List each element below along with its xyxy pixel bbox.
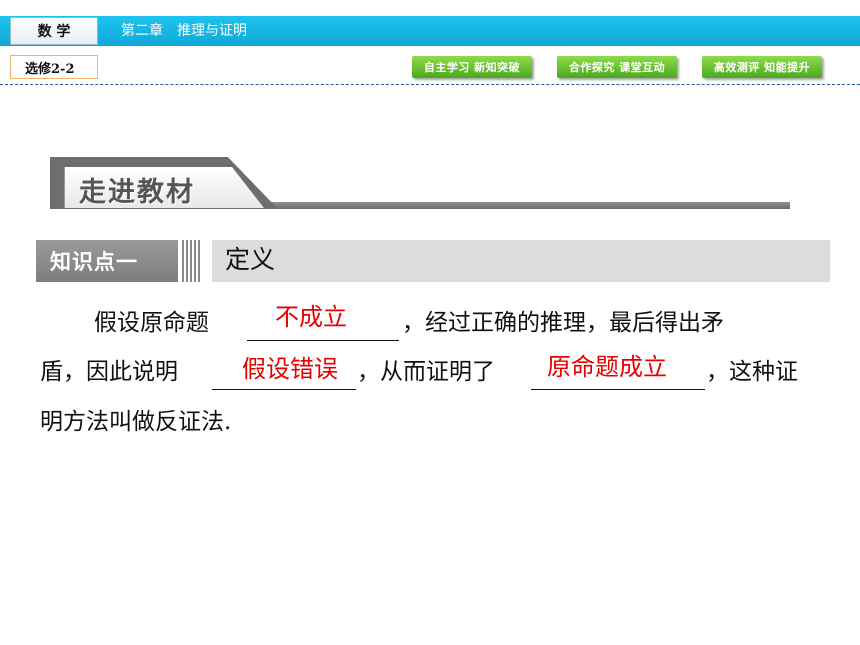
answer-1: 不成立 <box>275 303 347 331</box>
line1-suffix: ，经过正确的推理，最后得出矛 <box>402 310 724 336</box>
chapter-title: 第二章 推理与证明 <box>121 23 247 39</box>
knowledge-point-separator <box>182 240 202 282</box>
nav-button-cooperative-inquiry[interactable]: 合作探究 课堂互动 <box>557 56 677 78</box>
subject-label: 数 学 <box>10 17 98 45</box>
section-banner-title: 走进教材 <box>79 177 195 208</box>
knowledge-point-tag: 知识点一 <box>36 240 178 282</box>
line1-prefix: 假设原命题 <box>94 310 209 336</box>
nav-button-evaluation[interactable]: 高效测评 知能提升 <box>702 56 822 78</box>
line3: 明方法叫做反证法. <box>40 409 232 435</box>
knowledge-point-title: 定义 <box>225 245 276 274</box>
volume-label: 选修2-2 <box>10 55 98 79</box>
line2-suffix: ，这种证 <box>706 359 798 385</box>
answer-2: 假设错误 <box>242 355 338 383</box>
answer-3: 原命题成立 <box>547 353 667 381</box>
knowledge-point-title-bar <box>212 240 830 282</box>
nav-button-self-study[interactable]: 自主学习 新知突破 <box>412 56 532 78</box>
header-divider <box>0 84 860 85</box>
line2-middle: ，从而证明了 <box>357 359 495 385</box>
line2-prefix: 盾，因此说明 <box>40 359 178 385</box>
